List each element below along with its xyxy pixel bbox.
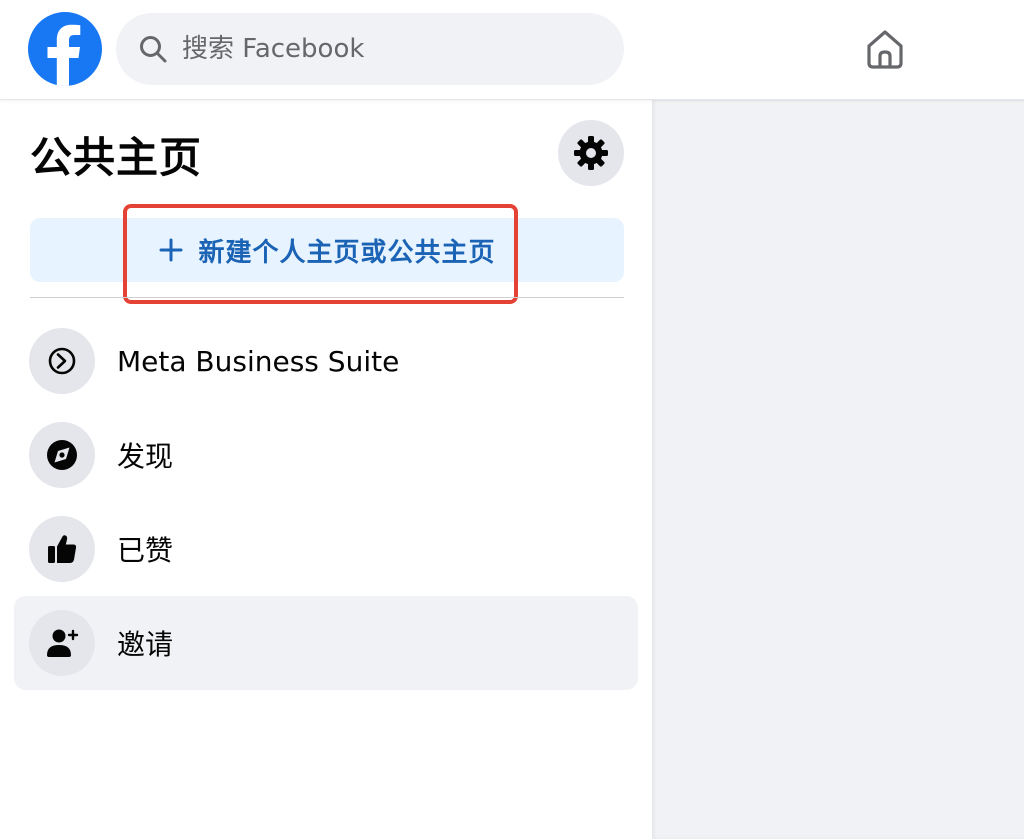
nav-item-label: 已赞 <box>117 534 174 567</box>
compass-icon <box>47 440 77 470</box>
create-page-button[interactable]: 新建个人主页或公共主页 <box>30 218 624 282</box>
meta-business-suite-icon <box>48 347 76 375</box>
settings-button[interactable] <box>558 120 624 186</box>
nav-item-meta-business-suite[interactable]: Meta Business Suite <box>14 314 638 408</box>
search-bar[interactable] <box>116 13 624 85</box>
plus-icon <box>159 238 183 262</box>
search-input[interactable] <box>182 29 582 69</box>
main-content-area <box>652 100 1024 839</box>
nav-item-label: 邀请 <box>117 628 174 661</box>
facebook-f-icon <box>47 24 81 86</box>
thumbs-up-icon <box>48 535 77 563</box>
nav-icon-circle <box>29 328 95 394</box>
nav-item-liked[interactable]: 已赞 <box>14 502 638 596</box>
nav-icon-circle <box>29 422 95 488</box>
create-page-label: 新建个人主页或公共主页 <box>198 237 496 268</box>
nav-item-invites[interactable]: 邀请 <box>14 596 638 690</box>
home-button[interactable] <box>858 22 912 76</box>
create-page-content: 新建个人主页或公共主页 <box>158 232 495 269</box>
top-bar <box>0 0 1024 100</box>
nav-item-label: 发现 <box>117 440 174 473</box>
divider <box>30 297 624 298</box>
nav-icon-circle <box>29 516 95 582</box>
page-title: 公共主页 <box>30 133 203 182</box>
facebook-logo[interactable] <box>28 12 102 86</box>
nav-item-label: Meta Business Suite <box>117 344 400 378</box>
search-icon <box>140 36 167 63</box>
pages-sidebar: 公共主页 新建个人主页或公共主页 Meta Business Suite 发现 … <box>0 100 652 839</box>
nav-icon-circle <box>29 610 95 676</box>
person-add-icon <box>47 629 79 657</box>
nav-item-discover[interactable]: 发现 <box>14 408 638 502</box>
home-icon <box>867 30 903 69</box>
gear-icon <box>574 136 608 170</box>
